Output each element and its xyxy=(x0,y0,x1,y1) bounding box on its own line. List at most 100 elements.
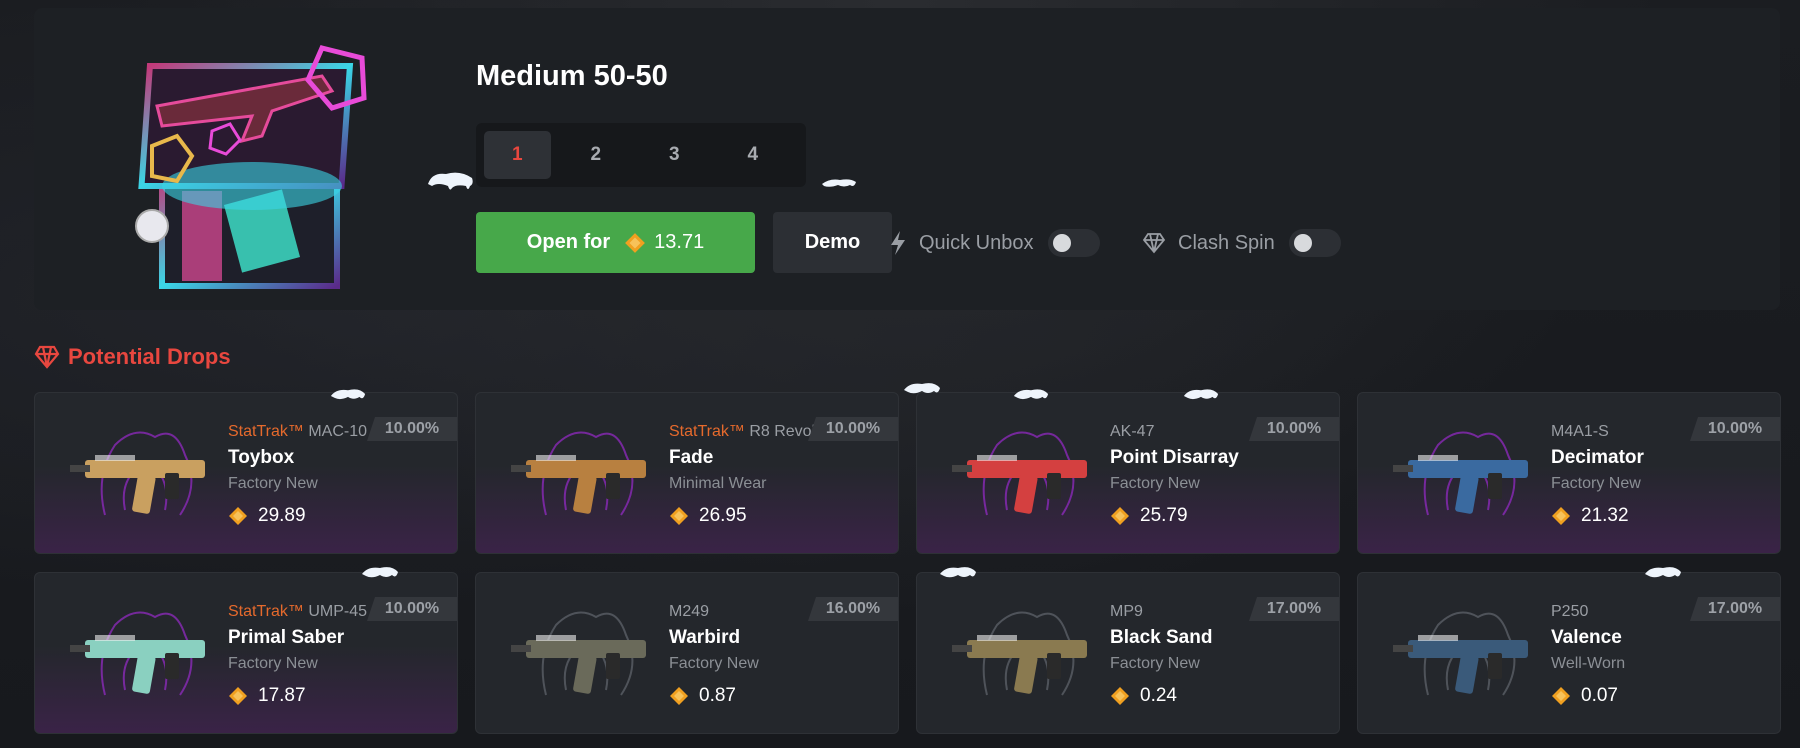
skin-name: Point Disarray xyxy=(1110,447,1239,468)
coin-icon xyxy=(670,687,688,705)
wear-condition: Factory New xyxy=(1110,475,1200,492)
weapon-image xyxy=(952,611,1087,696)
price-value: 0.87 xyxy=(699,685,736,706)
drop-price: 29.89 xyxy=(228,505,457,527)
weapon-image xyxy=(952,431,1087,516)
drop-price: 0.24 xyxy=(1110,685,1339,707)
weapon-name: M249 xyxy=(669,603,710,620)
potential-drops-heading: Potential Drops xyxy=(34,344,231,370)
drop-chance-badge: 10.00% xyxy=(1249,417,1339,441)
stattrak-label: StatTrak™ xyxy=(669,423,745,440)
weapon-image xyxy=(511,431,646,516)
drop-card[interactable]: StatTrak™ UMP-45 Primal Saber Factory Ne… xyxy=(34,572,458,734)
weapon-name: P250 xyxy=(1551,603,1589,620)
case-header: Medium 50-50 1 2 3 4 Open for 13.71 Demo… xyxy=(34,8,1780,310)
price-value: 21.32 xyxy=(1581,505,1629,526)
skin-name: Toybox xyxy=(228,447,295,468)
drop-chance-badge: 10.00% xyxy=(367,597,457,621)
snow-cap-decoration xyxy=(362,567,398,578)
snow-cap-decoration xyxy=(330,389,366,400)
drop-card[interactable]: M249 Warbird Factory New 0.87 16.00% xyxy=(475,572,899,734)
drop-chance-badge: 17.00% xyxy=(1249,597,1339,621)
price-value: 26.95 xyxy=(699,505,747,526)
coin-icon xyxy=(229,687,247,705)
snow-cap-decoration xyxy=(940,567,976,578)
price-value: 25.79 xyxy=(1140,505,1188,526)
weapon-image xyxy=(1393,611,1528,696)
drop-card[interactable]: M4A1-S Decimator Factory New 21.32 10.00… xyxy=(1357,392,1781,554)
skin-name: Decimator xyxy=(1551,447,1644,468)
demo-button[interactable]: Demo xyxy=(773,212,892,273)
count-tab-3[interactable]: 3 xyxy=(641,131,708,179)
drop-chance-badge: 10.00% xyxy=(1690,417,1780,441)
skin-name: Black Sand xyxy=(1110,627,1213,648)
open-button-label: Open for xyxy=(526,231,611,253)
drop-price: 26.95 xyxy=(669,505,898,527)
coin-icon xyxy=(1111,507,1129,525)
skin-name: Valence xyxy=(1551,627,1622,648)
case-title: Medium 50-50 xyxy=(476,60,668,92)
stattrak-label: StatTrak™ xyxy=(228,603,304,620)
wear-condition: Factory New xyxy=(1110,655,1200,672)
coin-icon xyxy=(625,232,646,253)
case-image xyxy=(135,45,367,289)
snow-cap-decoration xyxy=(1183,389,1219,400)
weapon-name: MP9 xyxy=(1110,603,1143,620)
drop-chance-badge: 10.00% xyxy=(808,417,898,441)
drop-price: 0.87 xyxy=(669,685,898,707)
drop-chance-badge: 10.00% xyxy=(367,417,457,441)
drop-card[interactable]: StatTrak™ MAC-10 Toybox Factory New 29.8… xyxy=(34,392,458,554)
drop-price: 21.32 xyxy=(1551,505,1780,527)
count-tab-4[interactable]: 4 xyxy=(720,131,787,179)
wear-condition: Factory New xyxy=(228,475,318,492)
drop-card[interactable]: AK-47 Point Disarray Factory New 25.79 1… xyxy=(916,392,1340,554)
wear-condition: Minimal Wear xyxy=(669,475,767,492)
drop-card[interactable]: P250 Valence Well-Worn 0.07 17.00% xyxy=(1357,572,1781,734)
wear-condition: Factory New xyxy=(228,655,318,672)
wear-condition: Factory New xyxy=(1551,475,1641,492)
coin-icon xyxy=(1552,507,1570,525)
gem-icon xyxy=(34,345,60,369)
lightning-icon xyxy=(891,231,905,255)
skin-name: Warbird xyxy=(669,627,741,648)
drop-chance-badge: 17.00% xyxy=(1690,597,1780,621)
snow-cap-decoration xyxy=(1645,567,1681,578)
clash-spin-label: Clash Spin xyxy=(1178,231,1275,254)
skin-name: Primal Saber xyxy=(228,627,345,648)
coin-icon xyxy=(229,507,247,525)
quick-unbox-label: Quick Unbox xyxy=(919,231,1034,254)
snow-cap-decoration xyxy=(428,172,473,190)
clash-spin-toggle[interactable]: Clash Spin xyxy=(1142,224,1341,262)
weapon-name: M4A1-S xyxy=(1551,423,1609,440)
section-title: Potential Drops xyxy=(68,344,231,369)
weapon-image xyxy=(70,431,205,516)
snow-cap-decoration xyxy=(904,383,940,394)
drop-price: 25.79 xyxy=(1110,505,1339,527)
weapon-name: AK-47 xyxy=(1110,423,1155,440)
price-value: 17.87 xyxy=(258,685,306,706)
weapon-image xyxy=(1393,431,1528,516)
weapon-name: MAC-10 xyxy=(308,423,368,440)
stattrak-label: StatTrak™ xyxy=(228,423,304,440)
clash-spin-switch[interactable] xyxy=(1288,229,1341,257)
coin-icon xyxy=(1111,687,1129,705)
open-count-selector: 1 2 3 4 xyxy=(476,123,806,187)
open-case-button[interactable]: Open for 13.71 xyxy=(476,212,755,273)
weapon-image xyxy=(70,611,205,696)
price-value: 29.89 xyxy=(258,505,306,526)
snow-cap-decoration xyxy=(822,179,856,187)
price-value: 0.07 xyxy=(1581,685,1618,706)
wear-condition: Factory New xyxy=(669,655,759,672)
coin-icon xyxy=(1552,687,1570,705)
drop-card[interactable]: MP9 Black Sand Factory New 0.24 17.00% xyxy=(916,572,1340,734)
drop-price: 17.87 xyxy=(228,685,457,707)
snow-cap-decoration xyxy=(1013,389,1049,400)
count-tab-1[interactable]: 1 xyxy=(484,131,551,179)
quick-unbox-switch[interactable] xyxy=(1047,229,1100,257)
count-tab-2[interactable]: 2 xyxy=(563,131,630,179)
wear-condition: Well-Worn xyxy=(1551,655,1626,672)
drop-price: 0.07 xyxy=(1551,685,1780,707)
drop-card[interactable]: StatTrak™ R8 Revolver Fade Minimal Wear … xyxy=(475,392,899,554)
diamond-icon xyxy=(1142,233,1166,254)
quick-unbox-toggle[interactable]: Quick Unbox xyxy=(889,224,1100,262)
